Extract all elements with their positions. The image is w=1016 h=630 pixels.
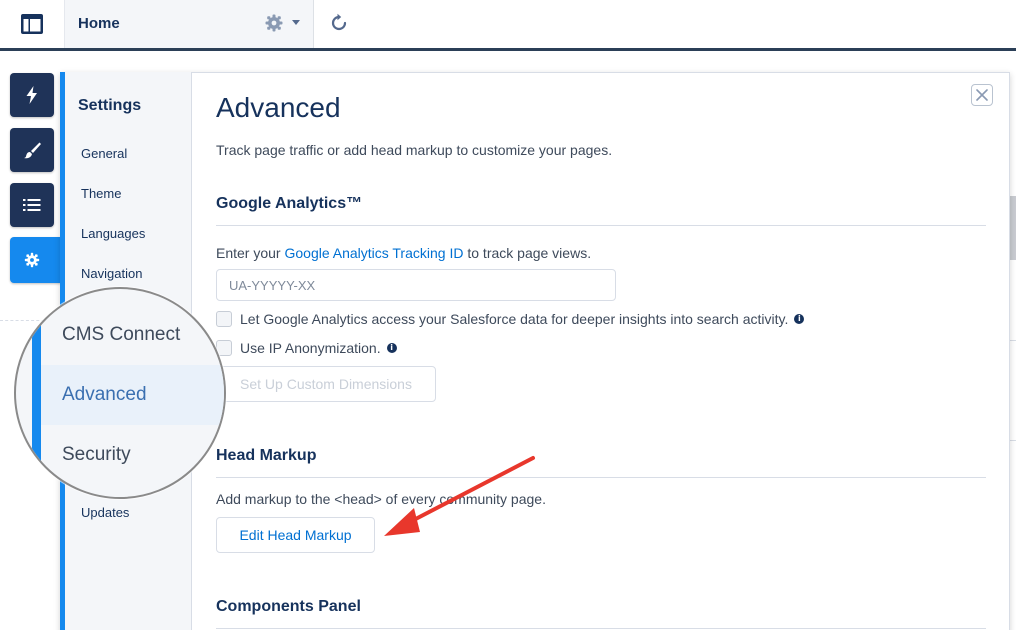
section-title-components-panel: Components Panel — [216, 598, 361, 615]
tool-settings-button[interactable] — [10, 237, 62, 283]
page-description: Track page traffic or add head markup to… — [216, 142, 613, 158]
ga-intro-suffix: to track page views. — [463, 245, 592, 261]
tool-components-button[interactable] — [10, 73, 54, 117]
nav-item-general[interactable]: General — [81, 146, 127, 161]
gear-icon — [24, 252, 40, 268]
settings-nav-title: Settings — [78, 97, 142, 114]
annotation-arrow — [384, 456, 535, 536]
page-selector[interactable]: Home — [64, 0, 314, 48]
nav-item-cms-connect[interactable]: CMS Connect — [62, 324, 180, 346]
section-title-google-analytics: Google Analytics™ — [216, 195, 363, 212]
ga-tracking-id-input[interactable] — [216, 269, 616, 301]
settings-content: Advanced Track page traffic or add head … — [216, 72, 986, 630]
nav-item-theme[interactable]: Theme — [81, 186, 121, 201]
ga-ip-anonymization-option: Use IP Anonymization. i — [216, 340, 397, 356]
nav-item-updates[interactable]: Updates — [81, 505, 129, 520]
caret-down-icon[interactable] — [292, 20, 300, 25]
section-title-head-markup: Head Markup — [216, 447, 317, 464]
nav-item-navigation[interactable]: Navigation — [81, 266, 142, 281]
ga-intro-text: Enter your Google Analytics Tracking ID … — [216, 245, 591, 261]
edit-head-markup-button[interactable]: Edit Head Markup — [216, 517, 375, 553]
panel-toggle-button[interactable] — [0, 0, 64, 48]
nav-item-security[interactable]: Security — [62, 444, 131, 466]
section-divider — [216, 477, 986, 478]
ga-salesforce-data-option: Let Google Analytics access your Salesfo… — [216, 311, 805, 327]
info-icon[interactable]: i — [386, 343, 397, 353]
ga-tracking-id-link[interactable]: Google Analytics Tracking ID — [284, 245, 463, 261]
gear-icon[interactable] — [264, 13, 284, 33]
brush-icon — [24, 142, 41, 159]
tool-theme-button[interactable] — [10, 128, 54, 172]
nav-item-advanced[interactable]: Advanced — [62, 384, 147, 406]
ga-salesforce-data-label: Let Google Analytics access your Salesfo… — [240, 311, 789, 327]
panel-layout-icon — [21, 14, 43, 34]
refresh-icon[interactable] — [328, 12, 350, 34]
ga-ip-anonymization-label: Use IP Anonymization. — [240, 340, 381, 356]
top-bar: Home — [0, 0, 1016, 48]
magnifier-accent — [32, 289, 41, 497]
nav-magnifier-callout: CMS Connect Advanced Security — [14, 287, 226, 499]
page-selector-label: Home — [78, 15, 120, 32]
ga-salesforce-data-checkbox[interactable] — [216, 311, 232, 327]
section-divider — [216, 628, 986, 629]
custom-dimensions-button[interactable]: Set Up Custom Dimensions — [216, 366, 436, 402]
tool-pages-button[interactable] — [10, 183, 54, 227]
info-icon[interactable]: i — [794, 314, 805, 324]
background-scrollbar — [1010, 196, 1016, 260]
section-divider — [216, 225, 986, 226]
list-icon — [23, 199, 41, 211]
lightning-icon — [26, 86, 37, 104]
ga-intro-prefix: Enter your — [216, 245, 285, 261]
nav-item-languages[interactable]: Languages — [81, 226, 145, 241]
page-title: Advanced — [216, 92, 341, 123]
